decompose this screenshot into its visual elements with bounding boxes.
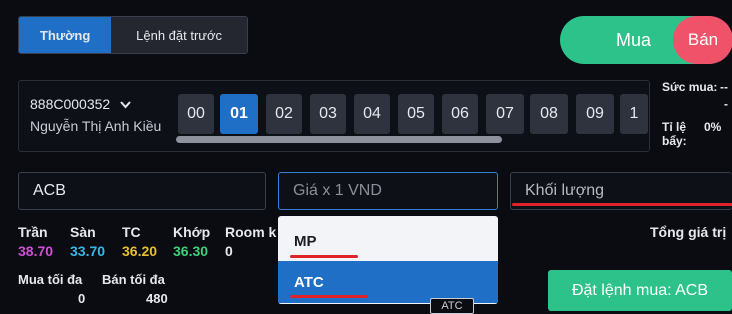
tooltip: ATC — [430, 298, 474, 314]
max-sell-value: 480 — [146, 291, 168, 306]
subaccount-chip[interactable]: 02 — [266, 94, 302, 134]
order-type-tabs: Thường Lệnh đặt trước — [18, 16, 248, 54]
option-atc-label: ATC — [294, 273, 324, 291]
max-buy-value: 0 — [78, 291, 86, 306]
buying-power-label: Sức mua: — [662, 80, 718, 94]
price-type-dropdown: MP ATC — [278, 216, 498, 304]
place-buy-order-button[interactable]: Đặt lệnh mua: ACB — [548, 270, 732, 311]
tab-pre-order[interactable]: Lệnh đặt trước — [111, 17, 247, 53]
floor-label: Sàn — [70, 224, 96, 240]
subaccount-chip[interactable]: 1 — [620, 94, 648, 134]
reference-price: 36.20 — [122, 243, 158, 259]
buying-power-value-2: - — [724, 97, 728, 111]
buying-power-value: -- — [720, 80, 728, 94]
max-sell-label: Bán tối đa — [102, 272, 165, 287]
account-holder-name: Nguyễn Thị Anh Kiều — [30, 118, 162, 134]
subaccount-chip-selected[interactable]: 01 — [220, 94, 258, 134]
subaccount-chip[interactable]: 08 — [530, 94, 568, 134]
room-label: Room k — [225, 224, 277, 240]
symbol-input[interactable]: ACB — [18, 172, 266, 210]
account-id: 888C000352 — [30, 96, 111, 112]
leverage-label: Tỉ lệ bẩy: — [662, 120, 687, 148]
option-mp-label: MP — [294, 232, 317, 250]
subaccount-chip[interactable]: 09 — [576, 94, 614, 134]
account-selector[interactable]: 888C000352 — [30, 96, 131, 112]
sell-button[interactable]: Bán — [673, 16, 732, 64]
atc-annotation-underline — [290, 295, 368, 298]
subaccount-chip[interactable]: 03 — [310, 94, 346, 134]
match-price: 36.30 — [173, 243, 209, 259]
floor-price: 33.70 — [70, 243, 106, 259]
buy-sell-toggle[interactable]: Mua Bán — [560, 16, 732, 64]
subaccount-chip[interactable]: 07 — [486, 94, 524, 134]
volume-placeholder: Khối lượng — [525, 182, 605, 199]
subaccount-chip[interactable]: 05 — [398, 94, 434, 134]
buy-label[interactable]: Mua — [616, 30, 651, 51]
chevron-down-icon — [120, 96, 131, 112]
volume-annotation-underline — [512, 203, 732, 206]
mp-annotation-underline — [290, 255, 358, 258]
price-placeholder: Giá x 1 VND — [293, 182, 382, 199]
subaccount-chip[interactable]: 00 — [178, 94, 214, 134]
subaccount-chip[interactable]: 04 — [354, 94, 390, 134]
price-input[interactable]: Giá x 1 VND — [278, 172, 498, 210]
tab-normal[interactable]: Thường — [19, 17, 112, 53]
total-value-label: Tổng giá trị — [650, 224, 727, 240]
leverage-value: 0% — [704, 120, 722, 134]
max-buy-label: Mua tối đa — [18, 272, 83, 287]
ceiling-label: Trần — [18, 224, 48, 240]
match-label: Khớp — [173, 224, 211, 240]
subaccount-scrollbar[interactable] — [176, 136, 502, 143]
subaccount-chip[interactable]: 06 — [442, 94, 478, 134]
reference-label: TC — [122, 224, 141, 240]
room-value: 0 — [225, 243, 233, 259]
symbol-value: ACB — [33, 182, 66, 199]
ceiling-price: 38.70 — [18, 243, 54, 259]
